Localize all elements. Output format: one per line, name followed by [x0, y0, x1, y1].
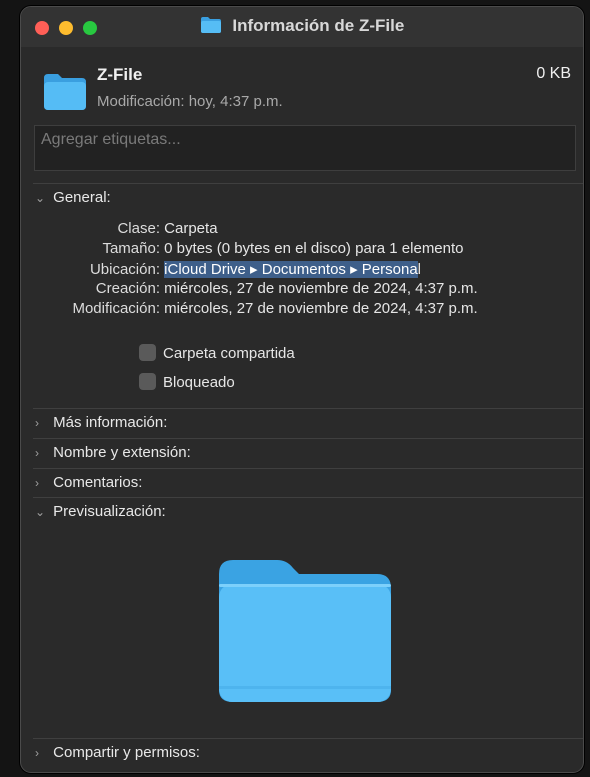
shared-folder-checkbox[interactable]: Carpeta compartida [139, 344, 295, 362]
window-title-wrap: Información de Z-File [21, 16, 583, 39]
divider [33, 183, 583, 184]
info-value: 0 bytes (0 bytes en el disco) para 1 ele… [164, 240, 464, 257]
file-header: Z-File Modificación: hoy, 4:37 p.m. 0 KB [21, 47, 583, 123]
divider [33, 738, 583, 739]
section-general[interactable]: ⌄ General: [35, 189, 111, 206]
info-label: Creación: [95, 280, 160, 297]
tags-input[interactable]: Agregar etiquetas... [34, 125, 576, 171]
divider [33, 497, 583, 498]
section-label: Previsualización: [53, 503, 166, 520]
checkbox-box[interactable] [139, 373, 156, 390]
info-value: miércoles, 27 de noviembre de 2024, 4:37… [164, 300, 478, 317]
file-modified: Modificación: hoy, 4:37 p.m. [97, 93, 283, 110]
chevron-right-icon: › [35, 416, 39, 430]
info-label: Tamaño: [102, 240, 160, 257]
section-general-label: General: [53, 189, 111, 206]
info-label: Clase: [117, 220, 160, 237]
section-label: Nombre y extensión: [53, 444, 191, 461]
info-value[interactable]: iCloud Drive ▸ Documentos ▸ Personal [164, 261, 421, 278]
section-label: Más información: [53, 414, 168, 431]
divider [33, 408, 583, 409]
checkbox-box[interactable] [139, 344, 156, 361]
file-name: Z-File [97, 65, 143, 84]
section-label: Compartir y permisos: [53, 744, 200, 761]
info-row-size: Tamaño: 0 bytes (0 bytes en el disco) pa… [21, 240, 464, 257]
locked-checkbox[interactable]: Bloqueado [139, 373, 235, 391]
info-label: Ubicación: [89, 261, 160, 278]
file-size: 0 KB [536, 65, 571, 82]
chevron-down-icon: ⌄ [35, 505, 46, 519]
section-comments[interactable]: › Comentarios: [35, 474, 142, 491]
checkbox-label: Bloqueado [163, 374, 235, 391]
folder-preview [215, 554, 393, 709]
section-name-extension[interactable]: › Nombre y extensión: [35, 444, 191, 461]
unselected-text: l [417, 261, 422, 278]
info-value: Carpeta [164, 220, 218, 237]
chevron-right-icon: › [35, 446, 39, 460]
folder-icon [43, 73, 87, 116]
info-value: miércoles, 27 de noviembre de 2024, 4:37… [164, 280, 478, 297]
section-preview[interactable]: ⌄ Previsualización: [35, 503, 166, 520]
section-sharing-permissions[interactable]: › Compartir y permisos: [35, 744, 200, 761]
info-row-modified: Modificación: miércoles, 27 de noviembre… [21, 300, 478, 317]
divider [33, 438, 583, 439]
section-more-info[interactable]: › Más información: [35, 414, 167, 431]
checkbox-label: Carpeta compartida [163, 345, 295, 362]
info-label: Modificación: [72, 300, 160, 317]
chevron-right-icon: › [35, 476, 39, 490]
chevron-right-icon: › [35, 746, 39, 760]
chevron-down-icon: ⌄ [35, 191, 46, 205]
info-row-location: Ubicación: iCloud Drive ▸ Documentos ▸ P… [21, 260, 421, 278]
divider [33, 468, 583, 469]
title-bar: Información de Z-File [21, 7, 583, 47]
selected-text: iCloud Drive ▸ Documentos ▸ Persona [164, 261, 418, 278]
info-row-kind: Clase: Carpeta [21, 220, 218, 237]
folder-icon [200, 16, 222, 39]
window-title: Información de Z-File [232, 16, 405, 35]
info-row-created: Creación: miércoles, 27 de noviembre de … [21, 280, 478, 297]
info-window: Información de Z-File Z-File Modificació… [20, 6, 584, 773]
section-label: Comentarios: [53, 474, 143, 491]
